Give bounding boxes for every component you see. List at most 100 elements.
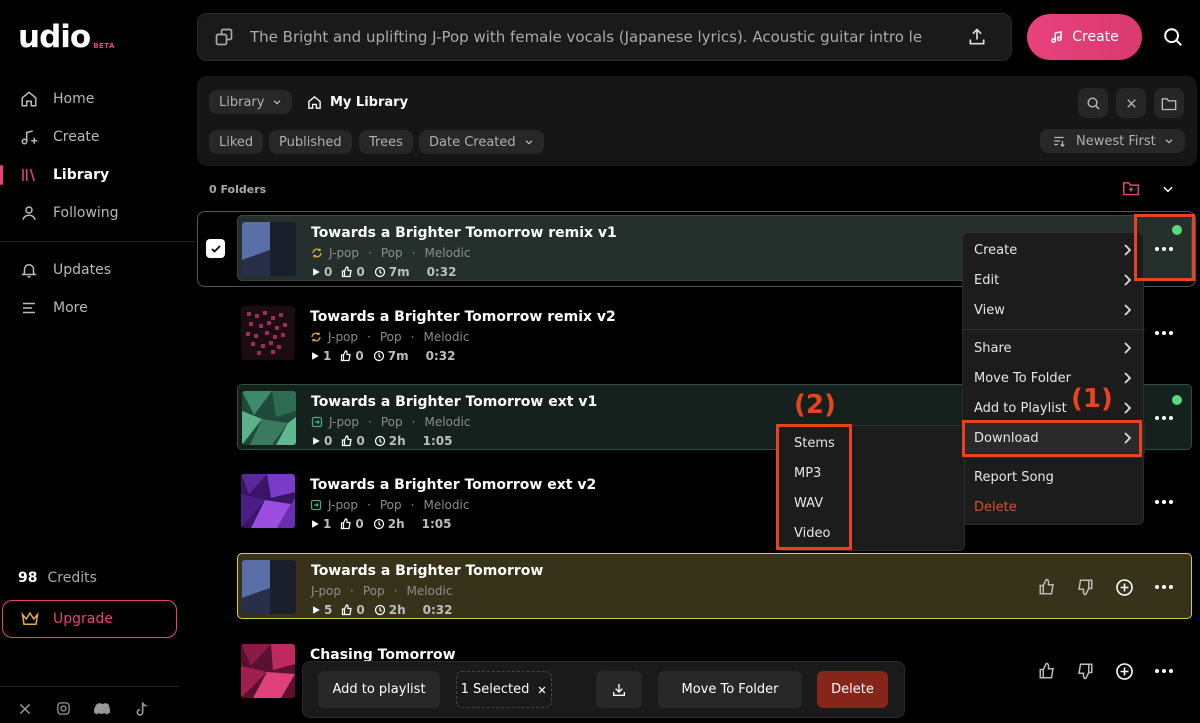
discord-icon[interactable] xyxy=(94,700,111,717)
more-options-button[interactable] xyxy=(1151,661,1177,681)
highlight-more-button xyxy=(1134,214,1195,281)
tag[interactable]: Pop xyxy=(363,584,385,598)
tag[interactable]: Melodic xyxy=(423,330,469,344)
library-folder-button[interactable] xyxy=(1154,88,1184,118)
tag[interactable]: Melodic xyxy=(423,498,469,512)
bell-icon xyxy=(20,261,38,279)
udio-logo[interactable]: udio BETA xyxy=(18,19,115,55)
filter-liked[interactable]: Liked xyxy=(209,130,264,154)
folder-add-icon[interactable] xyxy=(1122,180,1140,196)
song-title[interactable]: Towards a Brighter Tomorrow xyxy=(311,563,543,579)
tag[interactable]: Pop xyxy=(380,330,402,344)
chevron-right-icon xyxy=(1123,342,1131,354)
song-title[interactable]: Towards a Brighter Tomorrow remix v2 xyxy=(310,309,616,325)
search-icon[interactable] xyxy=(1162,26,1184,48)
song-age: 2h xyxy=(387,517,405,531)
filter-published[interactable]: Published xyxy=(269,130,352,154)
more-options-button[interactable] xyxy=(1151,323,1177,343)
sidebar-item-home[interactable]: Home xyxy=(0,80,196,118)
menu-divider xyxy=(963,329,1145,330)
tag[interactable]: Melodic xyxy=(424,246,470,260)
song-tags: J-pop · Pop · Melodic xyxy=(310,498,469,512)
menu-item-edit[interactable]: Edit xyxy=(963,265,1145,295)
song-title[interactable]: Towards a Brighter Tomorrow ext v2 xyxy=(310,477,596,493)
instagram-icon[interactable] xyxy=(55,700,72,717)
menu-item-report-song[interactable]: Report Song xyxy=(963,462,1145,492)
menu-item-share[interactable]: Share xyxy=(963,333,1145,363)
song-duration: 0:32 xyxy=(426,265,457,279)
tag[interactable]: J-pop xyxy=(329,246,359,260)
tag[interactable]: J-pop xyxy=(328,498,358,512)
like-count: 0 xyxy=(356,603,365,617)
song-title[interactable]: Towards a Brighter Tomorrow remix v1 xyxy=(311,225,617,241)
upgrade-label: Upgrade xyxy=(53,611,113,627)
upgrade-button[interactable]: Upgrade xyxy=(2,600,177,638)
highlight-download-item xyxy=(962,420,1142,457)
tag[interactable]: J-pop xyxy=(311,584,341,598)
thumbs-down-icon[interactable] xyxy=(1075,577,1095,597)
search-icon xyxy=(1086,96,1101,111)
beta-badge: BETA xyxy=(93,42,115,50)
tag[interactable]: Pop xyxy=(381,415,403,429)
prompt-input[interactable]: The Bright and uplifting J-Pop with fema… xyxy=(250,28,949,46)
tag[interactable]: Pop xyxy=(380,498,402,512)
song-tags: J-pop · Pop · Melodic xyxy=(311,584,453,598)
upload-icon[interactable] xyxy=(967,27,989,47)
tag[interactable]: Melodic xyxy=(424,415,470,429)
play-count: 0 xyxy=(324,265,333,279)
add-to-playlist-button[interactable]: Add to playlist xyxy=(318,671,440,708)
create-button[interactable]: Create xyxy=(1027,14,1142,60)
more-options-button[interactable] xyxy=(1151,408,1177,428)
like-count: 0 xyxy=(356,434,365,448)
prompt-tag-icon xyxy=(214,27,236,47)
song-title[interactable]: Towards a Brighter Tomorrow ext v1 xyxy=(311,394,597,410)
song-artwork xyxy=(242,560,296,614)
add-circle-icon[interactable] xyxy=(1114,661,1134,681)
library-clear-button[interactable] xyxy=(1116,88,1146,118)
chevron-down-icon[interactable] xyxy=(1161,182,1175,196)
move-to-folder-button[interactable]: Move To Folder xyxy=(658,671,802,708)
sidebar-item-create[interactable]: Create xyxy=(0,118,196,156)
menu-item-add-to-playlist[interactable]: Add to Playlist xyxy=(963,393,1145,423)
tag[interactable]: Pop xyxy=(381,246,403,260)
song-artwork xyxy=(241,306,295,360)
close-icon[interactable] xyxy=(537,685,547,695)
sidebar-item-library[interactable]: Library xyxy=(0,156,196,194)
sidebar-item-updates[interactable]: Updates xyxy=(0,251,196,289)
sidebar-item-more[interactable]: More xyxy=(0,289,196,327)
tiktok-icon[interactable] xyxy=(133,700,150,717)
tag[interactable]: Melodic xyxy=(406,584,452,598)
library-icon xyxy=(20,166,38,184)
sidebar-item-following[interactable]: Following xyxy=(0,194,196,232)
x-icon[interactable] xyxy=(16,700,33,717)
filter-trees[interactable]: Trees xyxy=(359,130,413,154)
thumbs-up-icon[interactable] xyxy=(1037,661,1057,681)
nav-divider xyxy=(0,241,196,242)
menu-item-view[interactable]: View xyxy=(963,295,1145,325)
library-search-button[interactable] xyxy=(1078,88,1108,118)
song-tags: J-pop · Pop · Melodic xyxy=(310,330,469,344)
thumbs-up-icon[interactable] xyxy=(1037,577,1057,597)
menu-item-move-to-folder[interactable]: Move To Folder xyxy=(963,363,1145,393)
more-options-button[interactable] xyxy=(1151,492,1177,512)
breadcrumb[interactable]: My Library xyxy=(307,95,408,110)
tag[interactable]: J-pop xyxy=(329,415,359,429)
thumbs-down-icon[interactable] xyxy=(1075,661,1095,681)
more-options-button[interactable] xyxy=(1151,577,1177,597)
library-dropdown[interactable]: Library xyxy=(209,90,293,114)
row-checkbox[interactable] xyxy=(206,239,225,258)
prompt-bar[interactable]: The Bright and uplifting J-Pop with fema… xyxy=(197,13,1012,61)
menu-item-delete[interactable]: Delete xyxy=(963,492,1145,522)
download-button[interactable] xyxy=(596,671,642,708)
sort-dropdown[interactable]: Newest First xyxy=(1040,129,1185,153)
create-label: Create xyxy=(1072,29,1119,45)
tag[interactable]: J-pop xyxy=(328,330,358,344)
delete-button[interactable]: Delete xyxy=(817,671,888,708)
play-count: 5 xyxy=(324,603,333,617)
logo-text: udio xyxy=(18,19,91,55)
filter-date-created[interactable]: Date Created xyxy=(419,130,544,154)
song-duration: 1:05 xyxy=(422,434,453,448)
add-circle-icon[interactable] xyxy=(1114,577,1134,597)
menu-item-create[interactable]: Create xyxy=(963,235,1145,265)
chevron-down-icon xyxy=(272,97,282,107)
